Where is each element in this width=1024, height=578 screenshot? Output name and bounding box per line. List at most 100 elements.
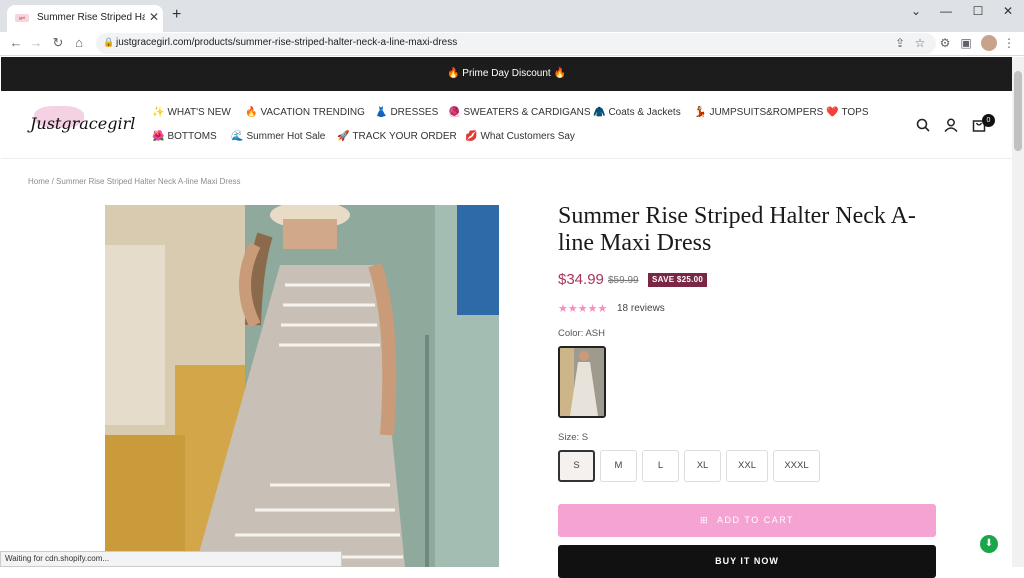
profile-avatar[interactable] [981,35,997,51]
star-icon: ★ [587,303,598,315]
back-icon[interactable]: ← [8,35,24,50]
menu-bottoms[interactable]: 🌺 BOTTOMS [152,131,217,142]
browser-tab[interactable]: jgirl Summer Rise Striped Halter Neck A-… [7,5,163,32]
new-tab-button[interactable]: + [172,6,181,24]
extensions-icon[interactable]: ⚙ [937,36,953,50]
breadcrumb-home[interactable]: Home [28,177,49,186]
browser-status-bar: Waiting for cdn.shopify.com... [0,551,342,567]
menu-kebab-icon[interactable]: ⋮ [1001,36,1017,50]
tab-search-icon[interactable]: ⌄ [906,4,926,18]
site-logo[interactable]: Justgracegirl [28,104,135,144]
dancer-icon: 💃 [694,107,707,118]
fire-icon: 🔥 [245,107,258,118]
add-to-cart-label: ADD TO CART [717,515,795,525]
menu-sweaters[interactable]: 🧶 SWEATERS & CARDIGANS [448,107,591,118]
reload-icon[interactable]: ↻ [50,35,66,51]
menu-whats-new[interactable]: ✨ WHAT'S NEW [152,107,231,118]
share-icon[interactable]: ⇪ [892,36,908,50]
search-icon[interactable] [916,118,930,132]
favicon-icon: jgirl [15,14,29,22]
color-value: ASH [585,328,606,339]
flower-icon: 🌺 [152,131,165,142]
account-icon[interactable] [944,118,958,132]
page-scrollbar[interactable] [1012,57,1024,567]
reviews-count[interactable]: 18 reviews [617,303,665,314]
sparkle-icon: ✨ [152,107,165,118]
menu-label: TRACK YOUR ORDER [352,131,457,142]
size-button-m[interactable]: M [600,450,637,482]
coat-icon: 🧥 [593,107,606,118]
menu-dresses[interactable]: 👗 DRESSES [375,107,438,118]
wave-icon: 🌊 [231,131,244,142]
dress-icon: 👗 [375,107,388,118]
star-icon: ★ [567,303,578,315]
browser-tab-bar: jgirl Summer Rise Striped Halter Neck A-… [0,0,1024,32]
swatch-thumbnail [560,348,604,416]
buy-it-now-button[interactable]: BUY IT NOW [558,545,936,578]
size-button-s[interactable]: S [558,450,595,482]
header-divider [1,158,1012,159]
menu-vacation-trending[interactable]: 🔥 VACATION TRENDING [245,107,365,118]
menu-label: Coats & Jackets [608,107,681,118]
menu-jumpsuits[interactable]: 💃 JUMPSUITS&ROMPERS [694,107,823,118]
close-tab-icon[interactable]: ✕ [149,10,159,24]
size-button-xl[interactable]: XL [684,450,721,482]
size-label: Size: [558,432,580,443]
star-icon: ★ [597,303,608,315]
yarn-icon: 🧶 [448,107,461,118]
forward-icon[interactable]: → [28,35,44,50]
browser-toolbar: ← → ↻ ⌂ 🔒 justgracegirl.com/products/sum… [0,32,1024,56]
menu-coats-jackets[interactable]: 🧥 Coats & Jackets [593,107,681,118]
minimize-button[interactable]: — [936,4,956,18]
bookmark-star-icon[interactable]: ☆ [912,36,928,50]
menu-track-order[interactable]: 🚀 TRACK YOUR ORDER [337,131,457,142]
product-main-image[interactable] [105,205,499,567]
color-label: Color: [558,328,584,339]
menu-label: WHAT'S NEW [167,107,231,118]
add-to-cart-button[interactable]: ⊞ ADD TO CART [558,504,936,537]
star-icon: ★ [558,303,568,315]
product-price: $34.99 [558,271,604,288]
size-button-xxxl[interactable]: XXXL [773,450,820,482]
star-icon: ★ [577,303,588,315]
product-photo [105,205,499,567]
lips-icon: 💋 [465,131,478,142]
floating-help-icon[interactable]: ⬇ [980,535,998,553]
tab-title: Summer Rise Striped Halter Neck A-line M… [37,12,145,23]
product-title: Summer Rise Striped Halter Neck A-line M… [558,203,916,256]
menu-label: VACATION TRENDING [260,107,365,118]
side-panel-icon[interactable]: ▣ [958,36,974,50]
menu-label: What Customers Say [480,131,575,142]
compare-at-price: $59.99 [608,275,639,286]
save-badge: SAVE $25.00 [648,273,708,287]
lock-icon[interactable]: 🔒 [103,37,114,48]
home-icon[interactable]: ⌂ [71,35,87,50]
size-button-xxl[interactable]: XXL [726,450,768,482]
rocket-icon: 🚀 [337,131,350,142]
cart-count-badge: 0 [982,114,995,127]
cart-plus-icon: ⊞ [699,515,710,525]
menu-label: JUMPSUITS&ROMPERS [709,107,824,118]
menu-label: Summer Hot Sale [246,131,326,142]
menu-tops[interactable]: ❤️ TOPS [826,107,869,118]
heart-icon: ❤️ [826,107,839,118]
menu-label: DRESSES [390,107,439,118]
menu-summer-hot-sale[interactable]: 🌊 Summer Hot Sale [231,131,325,142]
breadcrumb: Home / Summer Rise Striped Halter Neck A… [28,177,241,186]
breadcrumb-separator: / [51,177,54,186]
breadcrumb-current: Summer Rise Striped Halter Neck A-line M… [56,177,241,186]
announcement-bar[interactable]: 🔥 Prime Day Discount 🔥 [1,57,1012,91]
size-value: S [581,432,589,443]
url-text[interactable]: justgracegirl.com/products/summer-rise-s… [116,37,457,48]
color-swatch-ash[interactable] [558,346,606,418]
maximize-button[interactable]: ☐ [968,4,988,18]
size-button-l[interactable]: L [642,450,679,482]
menu-customers-say[interactable]: 💋 What Customers Say [465,131,575,142]
window-close-button[interactable]: ✕ [998,4,1018,18]
scroll-thumb[interactable] [1014,71,1022,151]
address-bar[interactable]: 🔒 justgracegirl.com/products/summer-rise… [96,33,936,54]
size-option-label: Size: S [558,432,588,443]
menu-label: BOTTOMS [167,131,217,142]
rating-stars[interactable]: ★★★★★ [558,302,607,315]
logo-text: Justgracegirl [30,114,136,133]
